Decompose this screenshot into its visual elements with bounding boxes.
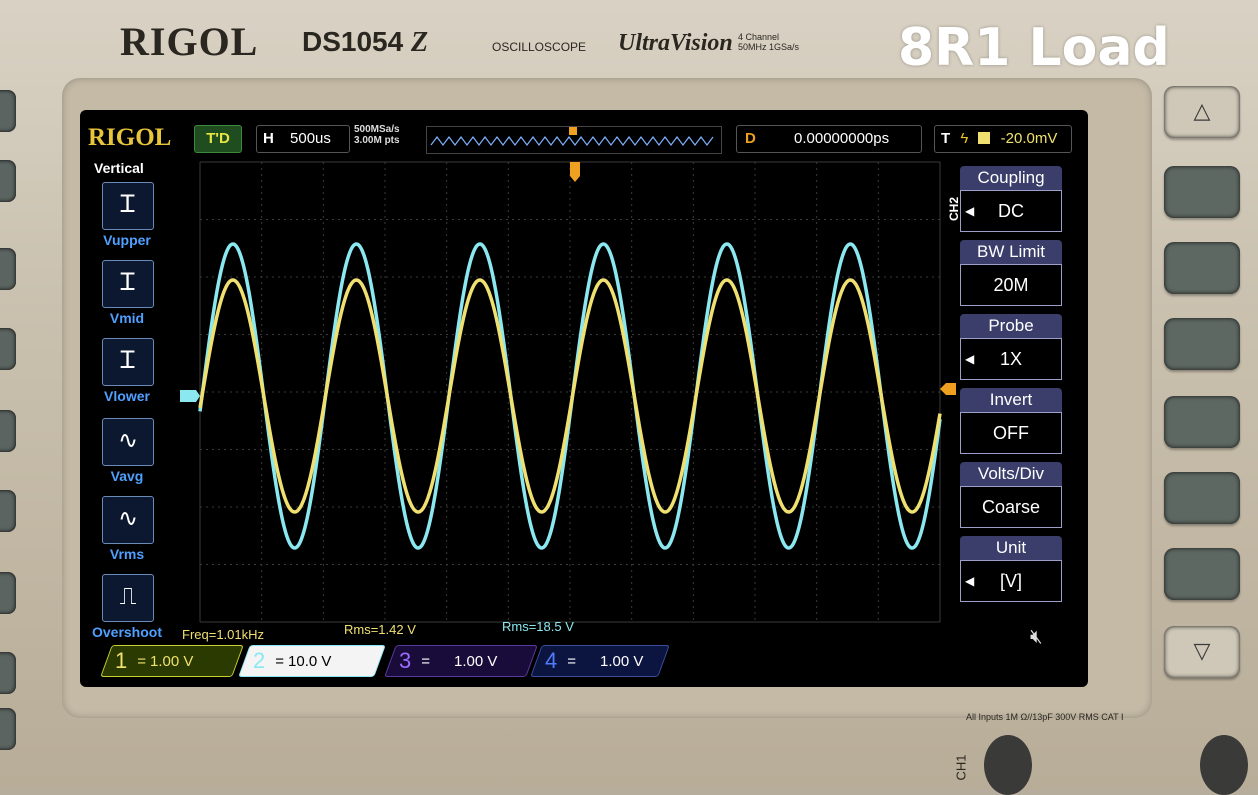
menu-item-title: Volts/Div bbox=[960, 462, 1062, 486]
softkey-1[interactable] bbox=[1164, 166, 1240, 218]
select-arrow-icon: ◀ bbox=[965, 574, 975, 588]
brand-logo: RIGOL bbox=[120, 19, 259, 64]
menu-item-value-text: 20M bbox=[993, 275, 1029, 295]
ch2-ground-marker bbox=[180, 390, 200, 402]
ch1-label: CH1 bbox=[953, 754, 969, 781]
menu-item-value[interactable]: 1X ◀ bbox=[960, 338, 1062, 380]
menu-item-value[interactable]: [V] ◀ bbox=[960, 560, 1062, 602]
menu-item-value-text: 1X bbox=[999, 349, 1023, 369]
menu-item-value[interactable]: DC ◀ bbox=[960, 190, 1062, 232]
select-arrow-icon: ◀ bbox=[965, 352, 975, 366]
menu-item-value-text: DC bbox=[998, 201, 1024, 221]
ch2-number: 2 bbox=[253, 648, 266, 673]
ch3-status[interactable]: 3 = 1.00 V bbox=[384, 645, 538, 677]
ch4-scale: 1.00 V bbox=[600, 652, 644, 670]
left-bezel-key[interactable] bbox=[0, 90, 16, 132]
model-suffix: Z bbox=[410, 27, 429, 58]
softkey-2[interactable] bbox=[1164, 242, 1240, 294]
ch4-number: 4 bbox=[545, 648, 558, 673]
menu-item-title: BW Limit bbox=[960, 240, 1062, 264]
menu-item-value[interactable]: Coarse bbox=[960, 486, 1062, 528]
left-bezel-key[interactable] bbox=[0, 652, 16, 694]
overlay-caption: 8R1 Load bbox=[898, 18, 1170, 78]
down-arrow-icon: ▽ bbox=[1193, 638, 1211, 663]
scope-screen: RIGOL T'D H 500us 500MSa/s 3.00M pts D 0… bbox=[80, 110, 1088, 687]
ch2-connector[interactable] bbox=[1200, 735, 1248, 795]
spec-line-2: 50MHz 1GSa/s bbox=[738, 42, 800, 52]
ch2-scale: 10.0 V bbox=[288, 652, 332, 670]
menu-unit-item[interactable]: Unit [V] ◀ bbox=[960, 536, 1062, 602]
menu-item-value[interactable]: OFF bbox=[960, 412, 1062, 454]
menu-coupling-item[interactable]: Coupling DC ◀ bbox=[960, 166, 1062, 232]
graticule bbox=[199, 161, 941, 623]
ch4-status[interactable]: 4 = 1.00 V bbox=[530, 645, 670, 677]
model-number: DS1054 bbox=[302, 26, 404, 57]
ch1-coupling: = bbox=[137, 652, 147, 670]
ch3-number: 3 bbox=[399, 648, 412, 673]
trigger-level-marker bbox=[940, 383, 956, 395]
ch1-status[interactable]: 1 = 1.00 V bbox=[100, 645, 244, 677]
menu-item-title: Probe bbox=[960, 314, 1062, 338]
menu-item-title: Unit bbox=[960, 536, 1062, 560]
freq-measurement: Freq=1.01kHz bbox=[182, 627, 265, 642]
spec-line-1: 4 Channel bbox=[738, 32, 780, 42]
menu-item-value-text: Coarse bbox=[981, 497, 1041, 517]
menu-item-value-text: OFF bbox=[993, 423, 1029, 443]
softkey-4[interactable] bbox=[1164, 396, 1240, 448]
ch4-coupling: = bbox=[567, 652, 577, 670]
up-arrow-icon: △ bbox=[1193, 98, 1211, 123]
left-bezel-key[interactable] bbox=[0, 572, 16, 614]
ch2-status[interactable]: 2 = 10.0 V bbox=[238, 645, 386, 677]
model-name: DS1054 Z bbox=[302, 26, 428, 59]
softkey-6[interactable] bbox=[1164, 548, 1240, 600]
softkey-3[interactable] bbox=[1164, 318, 1240, 370]
menu-item-value[interactable]: 20M bbox=[960, 264, 1062, 306]
ch3-scale: 1.00 V bbox=[454, 652, 498, 670]
menu-invert-item[interactable]: Invert OFF bbox=[960, 388, 1062, 454]
ch1-connector[interactable] bbox=[984, 735, 1032, 795]
ch1-rms-measurement: Rms=1.42 V bbox=[344, 622, 416, 637]
left-bezel-key[interactable] bbox=[0, 248, 16, 290]
waveform-display[interactable] bbox=[80, 110, 1088, 687]
select-arrow-icon: ◀ bbox=[965, 204, 975, 218]
ch2-coupling: = bbox=[275, 652, 285, 670]
left-bezel-key[interactable] bbox=[0, 328, 16, 370]
inputs-rating: All Inputs 1M Ω//13pF 300V RMS CAT I bbox=[966, 712, 1124, 722]
softkey-5[interactable] bbox=[1164, 472, 1240, 524]
menu-probe-item[interactable]: Probe 1X ◀ bbox=[960, 314, 1062, 380]
menu-item-title: Coupling bbox=[960, 166, 1062, 190]
menu-up-button[interactable]: △ bbox=[1164, 86, 1240, 138]
menu-down-button[interactable]: ▽ bbox=[1164, 626, 1240, 678]
spec-text: 4 Channel 50MHz 1GSa/s bbox=[738, 32, 799, 52]
menu-volts-div-item[interactable]: Volts/Div Coarse bbox=[960, 462, 1062, 528]
menu-bw-limit-item[interactable]: BW Limit 20M bbox=[960, 240, 1062, 306]
left-bezel-key[interactable] bbox=[0, 708, 16, 750]
left-bezel-key[interactable] bbox=[0, 410, 16, 452]
ch3-coupling: = bbox=[421, 652, 431, 670]
product-line: OSCILLOSCOPE bbox=[492, 40, 587, 54]
trigger-time-marker bbox=[570, 162, 580, 182]
left-bezel-key[interactable] bbox=[0, 160, 16, 202]
left-bezel-key[interactable] bbox=[0, 490, 16, 532]
menu-item-value-text: [V] bbox=[999, 571, 1022, 591]
menu-item-title: Invert bbox=[960, 388, 1062, 412]
menu-channel-tag: CH2 bbox=[947, 196, 962, 222]
ch1-number: 1 bbox=[115, 648, 128, 673]
series-logo: UltraVision bbox=[618, 30, 733, 56]
ch1-scale: 1.00 V bbox=[150, 652, 194, 670]
speaker-mute-icon[interactable]: 🔇︎ bbox=[1030, 626, 1043, 649]
ch2-rms-measurement: Rms=18.5 V bbox=[502, 619, 574, 634]
